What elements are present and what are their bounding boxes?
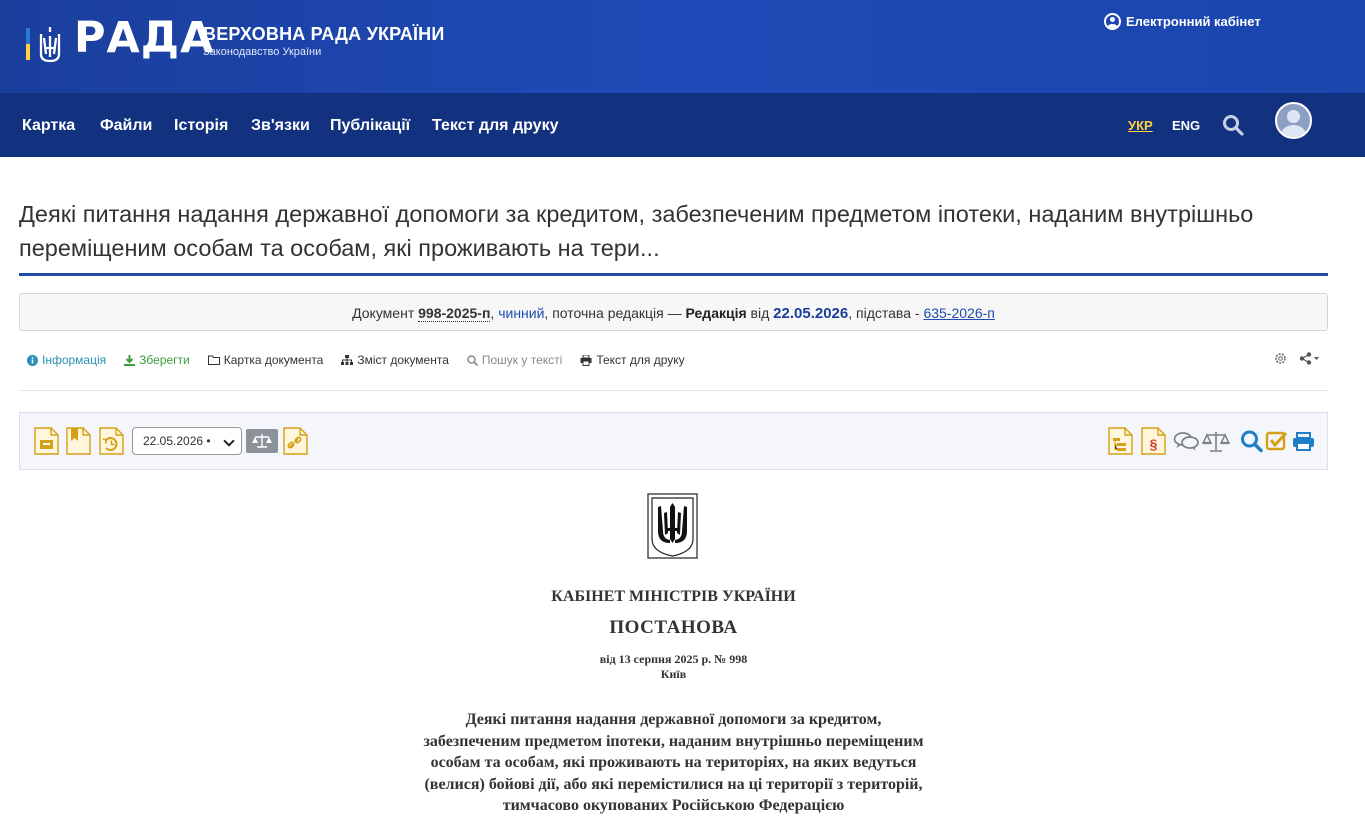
page-title: Деякі питання надання державної допомоги… [19,201,1254,261]
document-contents-label: Зміст документа [357,353,449,367]
document-title: Деякі питання надання державної допомоги… [423,711,924,814]
nav-item-files[interactable]: Файли [100,117,152,135]
status-active: чинний [498,305,545,321]
nav-item-history[interactable]: Історія [174,117,228,135]
main-nav: Картка Файли Історія Зв'язки Публікації … [0,93,1365,157]
sitemap-icon [341,354,354,365]
user-avatar-icon[interactable] [1275,102,1312,139]
trident-logo-icon[interactable] [24,24,68,66]
bookmark-doc-icon[interactable] [66,427,91,455]
info-link[interactable]: Інформація [27,352,106,368]
document-contents-link[interactable]: Зміст документа [341,352,449,368]
user-circle-icon [1104,13,1121,30]
electronic-cabinet-link[interactable]: Електронний кабінет [1104,13,1261,30]
document-city: Київ [660,667,687,681]
search-in-text-label: Пошук у тексті [481,353,563,367]
status-mid-text: , поточна редакція — [544,305,682,321]
nav-item-publications[interactable]: Публікації [330,117,410,135]
document-tool-links: Інформація Зберегти Картка документа Змі… [27,352,685,368]
archive-doc-icon[interactable] [34,427,59,455]
edition-date: 22.05.2026 [773,305,849,322]
document-date-line: від 13 серпня 2025 р. № 998 [599,652,748,666]
zoom-search-icon[interactable] [1239,427,1264,455]
lang-ukr[interactable]: УКР [1128,118,1153,133]
print-text-label: Текст для друку [596,353,685,367]
site-subtitle: Законодавство України [203,46,322,58]
document-status-bar: Документ 998-2025-п, чинний, поточна ред… [19,293,1328,331]
coat-of-arms-icon [647,493,698,559]
document-card-link[interactable]: Картка документа [207,352,324,368]
document-type: ПОСТАНОВА [609,617,738,638]
magnifier-icon [467,354,478,366]
toollinks-divider [19,390,1328,391]
print-icon[interactable] [1291,427,1316,455]
lang-eng[interactable]: ENG [1172,118,1200,133]
section-doc-icon[interactable]: § [1141,427,1166,455]
compare-button[interactable] [246,429,278,453]
comments-icon[interactable] [1172,427,1200,455]
document-card-label: Картка документа [223,353,324,367]
title-divider [19,273,1328,276]
nav-item-print-text[interactable]: Текст для друку [432,117,558,135]
link-doc-icon[interactable] [283,427,308,455]
edition-label: Редакція [685,305,747,321]
scales-icon [252,434,272,448]
balance-scales-icon[interactable] [1201,427,1231,455]
search-icon[interactable] [1222,114,1244,136]
save-link[interactable]: Зберегти [124,352,190,368]
edition-from: від [750,305,770,321]
settings-cog-icon[interactable] [1274,352,1287,365]
logo-rada-text[interactable]: РАДА [74,17,214,60]
save-link-label: Зберегти [139,353,190,367]
nav-item-links[interactable]: Зв'язки [251,117,310,135]
svg-text:§: § [1150,436,1158,452]
printer-icon [580,354,592,366]
status-prefix: Документ [352,305,415,321]
checkbox-icon[interactable] [1265,427,1290,455]
site-title[interactable]: ВЕРХОВНА РАДА УКРАЇНИ [203,24,445,45]
structure-doc-icon[interactable] [1108,427,1133,455]
search-in-text-link[interactable]: Пошук у тексті [467,352,562,368]
share-icon[interactable] [1299,352,1321,365]
folder-icon [207,355,220,365]
document-toolbar: 22.05.2026 • § [19,412,1328,470]
print-text-link[interactable]: Текст для друку [580,352,685,368]
info-icon [27,354,38,366]
download-icon [124,354,136,366]
edition-date-select[interactable]: 22.05.2026 • [132,427,242,455]
site-header: РАДА ВЕРХОВНА РАДА УКРАЇНИ Законодавство… [0,0,1365,93]
document-number[interactable]: 998-2025-п [418,305,491,322]
basis-link[interactable]: 635-2026-п [923,305,994,321]
cabinet-label: Електронний кабінет [1126,14,1261,29]
history-doc-icon[interactable] [99,427,124,455]
nav-item-card[interactable]: Картка [22,117,75,135]
issuing-authority: КАБІНЕТ МІНІСТРІВ УКРАЇНИ [551,588,796,605]
basis-label: , підстава - [848,305,920,321]
info-link-label: Інформація [42,353,107,367]
right-tool-icons [1274,352,1321,365]
